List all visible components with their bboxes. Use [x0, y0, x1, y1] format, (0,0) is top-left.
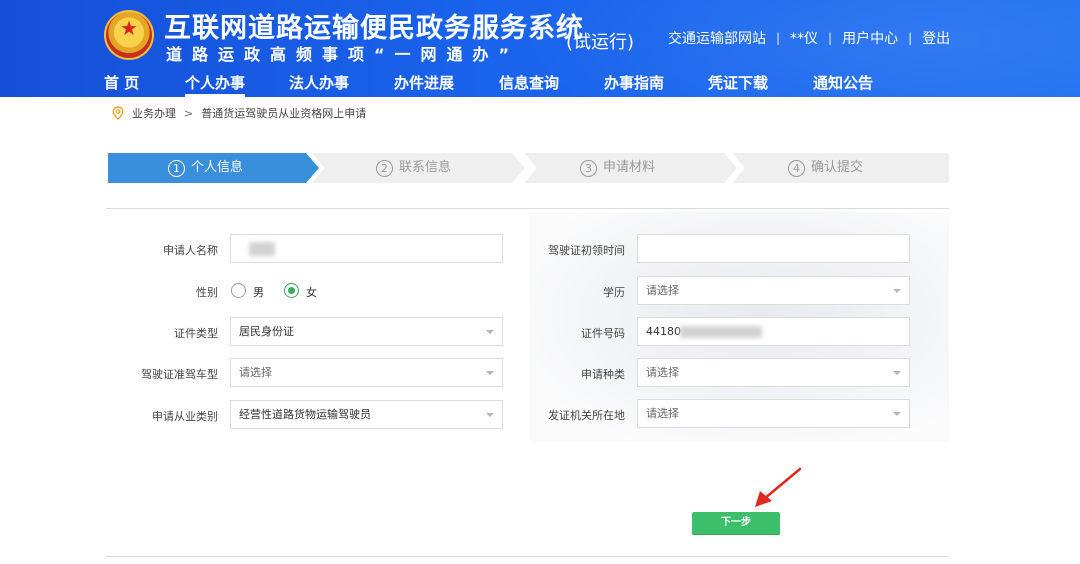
step-1: 1 个人信息: [108, 153, 320, 183]
step-2: 2 联系信息: [312, 153, 526, 183]
system-subtitle: 道路运政高频事项“一网通办”: [166, 45, 520, 64]
step-3-number: 3: [580, 159, 597, 177]
id-type-value: 居民身份证: [239, 325, 294, 338]
step-3-label: 申请材料: [603, 160, 656, 175]
chevron-down-icon: [893, 289, 901, 293]
nav-item-personal[interactable]: 个人办事: [185, 72, 246, 97]
link-user-center[interactable]: 用户中心: [842, 28, 898, 48]
step-progress: 1 个人信息 2 联系信息 3 申请材料 4 确认提交: [108, 153, 949, 183]
system-title: 互联网道路运输便民政务服务系统: [164, 13, 584, 44]
step-1-label: 个人信息: [191, 160, 244, 175]
nav-item-progress[interactable]: 办件进展: [394, 72, 454, 97]
applicant-name-input[interactable]: [230, 234, 503, 263]
next-step-button[interactable]: 下一步: [692, 512, 780, 534]
nav-item-notice[interactable]: 通知公告: [813, 72, 873, 97]
red-arrow-icon: [755, 467, 802, 507]
step-4-number: 4: [788, 159, 805, 177]
link-ministry-site[interactable]: 交通运输部网站: [668, 28, 766, 48]
breadcrumb-item-business[interactable]: 业务办理: [132, 105, 176, 121]
national-emblem-icon: ★: [104, 10, 154, 60]
id-number-input[interactable]: 44180: [637, 317, 910, 346]
nav-item-guide[interactable]: 办事指南: [604, 72, 664, 97]
license-class-select[interactable]: 请选择: [230, 358, 503, 387]
location-pin-icon: [112, 106, 124, 120]
step-2-number: 2: [376, 159, 393, 177]
redacted-name: [249, 242, 275, 256]
step-4-label: 确认提交: [811, 160, 864, 175]
nav-item-home[interactable]: 首 页: [104, 72, 139, 97]
chevron-down-icon: [486, 330, 494, 334]
id-number-label: 证件号码: [581, 327, 625, 340]
nav-item-query[interactable]: 信息查询: [499, 72, 559, 97]
occupation-type-label: 申请从业类别: [152, 410, 218, 423]
gender-label: 性别: [196, 286, 218, 299]
nav-item-corporate[interactable]: 法人办事: [289, 72, 349, 97]
form-top-divider: [106, 208, 949, 209]
breadcrumb: 业务办理 > 普通货运驾驶员从业资格网上申请: [112, 105, 366, 121]
link-logout[interactable]: 登出: [922, 28, 950, 48]
breadcrumb-arrow: >: [184, 106, 194, 120]
occupation-type-value: 经营性道路货物运输驾驶员: [239, 408, 371, 421]
education-placeholder: 请选择: [646, 284, 679, 297]
chevron-down-icon: [893, 412, 901, 416]
application-type-placeholder: 请选择: [646, 366, 679, 379]
chevron-down-icon: [486, 413, 494, 417]
gender-male-radio[interactable]: [231, 283, 246, 298]
chevron-down-icon: [486, 371, 494, 375]
top-links: 交通运输部网站 | **仪 | 用户中心 | 登出: [668, 28, 950, 48]
step-3: 3 申请材料: [524, 153, 738, 183]
id-number-value: 44180: [646, 325, 681, 338]
link-username[interactable]: **仪: [790, 28, 818, 48]
redacted-id-number: [680, 326, 762, 338]
gender-female-label: 女: [306, 286, 317, 299]
issuing-authority-placeholder: 请选择: [646, 407, 679, 420]
education-select[interactable]: 请选择: [637, 276, 910, 305]
gender-female-radio[interactable]: [284, 283, 299, 298]
site-header: ★ 互联网道路运输便民政务服务系统 道路运政高频事项“一网通办” (试运行) 交…: [0, 0, 1080, 97]
id-type-label: 证件类型: [174, 327, 218, 340]
education-label: 学历: [603, 286, 625, 299]
breadcrumb-item-current: 普通货运驾驶员从业资格网上申请: [201, 107, 367, 120]
occupation-type-select[interactable]: 经营性道路货物运输驾驶员: [230, 400, 503, 429]
gender-male-label: 男: [253, 286, 264, 299]
issuing-authority-label: 发证机关所在地: [548, 409, 625, 422]
step-4: 4 确认提交: [732, 153, 949, 183]
link-separator: |: [776, 31, 781, 45]
step-2-label: 联系信息: [399, 160, 452, 175]
application-type-label: 申请种类: [581, 368, 625, 381]
application-type-select[interactable]: 请选择: [637, 358, 910, 387]
step-1-number: 1: [168, 159, 185, 177]
license-class-placeholder: 请选择: [239, 366, 272, 379]
applicant-name-label: 申请人名称: [163, 244, 218, 257]
form-bottom-divider: [106, 556, 949, 557]
issuing-authority-select[interactable]: 请选择: [637, 399, 910, 428]
license-first-date-label: 驾驶证初领时间: [548, 244, 625, 257]
license-first-date-input[interactable]: [637, 234, 910, 263]
id-type-select[interactable]: 居民身份证: [230, 317, 503, 346]
nav-item-download[interactable]: 凭证下载: [708, 72, 768, 97]
license-class-label: 驾驶证准驾车型: [141, 368, 218, 381]
chevron-down-icon: [893, 371, 901, 375]
trial-tag: (试运行): [566, 32, 635, 53]
link-separator: |: [828, 31, 833, 45]
link-separator: |: [908, 31, 913, 45]
